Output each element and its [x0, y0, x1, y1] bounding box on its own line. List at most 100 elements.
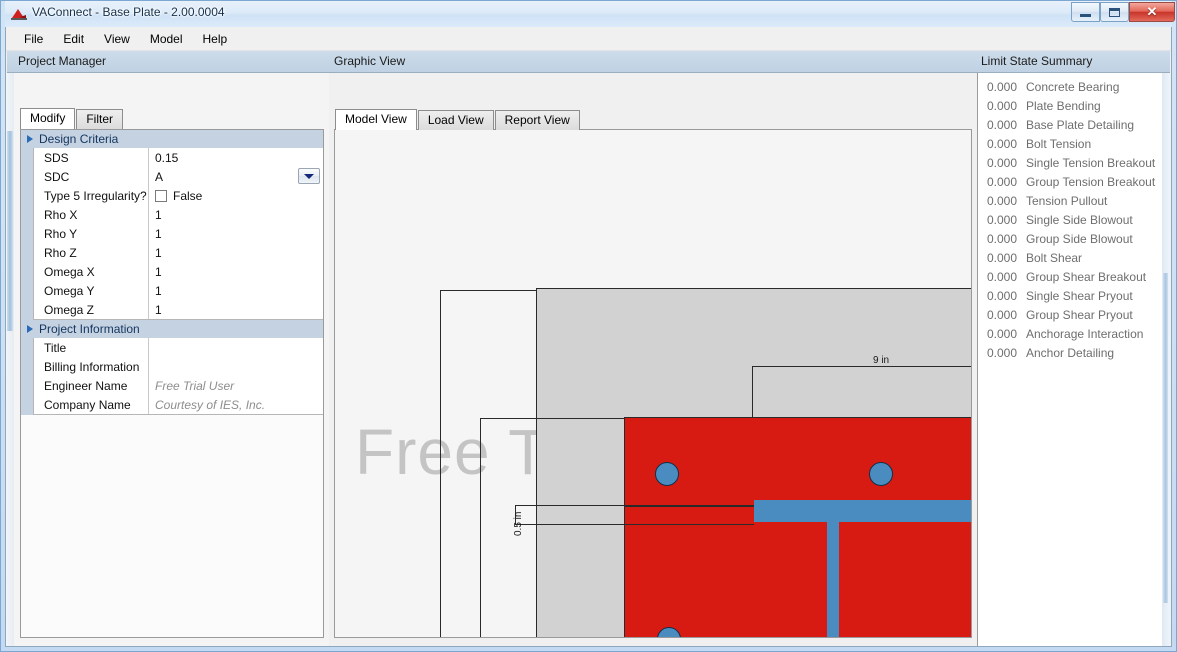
property-row-engineer-name[interactable]: Engineer Name Free Trial User	[34, 376, 323, 395]
property-row-sds[interactable]: SDS 0.15	[34, 148, 323, 167]
type5-irregularity-text: False	[173, 188, 203, 203]
application-window: VAConnect - Base Plate - 2.00.0004 ✕ Fil…	[0, 0, 1177, 652]
limit-state-value: 0.000	[986, 193, 1017, 208]
right-scrollbar[interactable]	[1162, 73, 1170, 646]
maximize-button[interactable]	[1100, 2, 1129, 22]
menu-model[interactable]: Model	[140, 29, 193, 49]
property-row-title[interactable]: Title	[34, 338, 323, 357]
limit-state-row-bolt-shear[interactable]: 0.000 Bolt Shear	[978, 248, 1162, 267]
limit-state-name: Single Tension Breakout	[1026, 155, 1156, 170]
dim-line-15in	[480, 418, 481, 637]
limit-state-name: Group Shear Breakout	[1026, 269, 1147, 284]
limit-state-row-anchorage-interaction[interactable]: 0.000 Anchorage Interaction	[978, 324, 1162, 343]
value-omega-y[interactable]: 1	[148, 281, 323, 300]
limit-state-name: Bolt Shear	[1026, 250, 1083, 265]
property-row-omega-y[interactable]: Omega Y 1	[34, 281, 323, 300]
property-row-sdc[interactable]: SDC A	[34, 167, 323, 186]
group-header-project-information[interactable]: Project Information	[21, 320, 323, 338]
value-omega-z[interactable]: 1	[148, 300, 323, 319]
tab-report-view[interactable]: Report View	[494, 110, 580, 130]
close-button[interactable]: ✕	[1129, 2, 1175, 22]
minimize-button[interactable]	[1071, 2, 1100, 22]
property-row-billing-information[interactable]: Billing Information	[34, 357, 323, 376]
limit-state-row-group-tension-breakout[interactable]: 0.000 Group Tension Breakout	[978, 172, 1162, 191]
value-billing-information[interactable]	[148, 357, 323, 376]
label-company-name: Company Name	[44, 397, 131, 412]
type5-irregularity-checkbox[interactable]	[155, 189, 167, 202]
limit-state-row-anchor-detailing[interactable]: 0.000 Anchor Detailing	[978, 343, 1162, 362]
value-rho-z[interactable]: 1	[148, 243, 323, 262]
limit-state-row-group-shear-breakout[interactable]: 0.000 Group Shear Breakout	[978, 267, 1162, 286]
limit-state-row-group-shear-pryout[interactable]: 0.000 Group Shear Pryout	[978, 305, 1162, 324]
limit-state-row-plate-bending[interactable]: 0.000 Plate Bending	[978, 96, 1162, 115]
tab-model-view[interactable]: Model View	[335, 109, 417, 130]
limit-state-row-base-plate-detailing[interactable]: 0.000 Base Plate Detailing	[978, 115, 1162, 134]
property-row-rho-y[interactable]: Rho Y 1	[34, 224, 323, 243]
value-sds[interactable]: 0.15	[148, 148, 323, 167]
group-header-design-criteria[interactable]: Design Criteria	[21, 130, 323, 148]
dim-label-9in: 9 in	[873, 355, 890, 366]
tab-load-view[interactable]: Load View	[417, 110, 494, 130]
project-manager-tabs: Modify Filter	[20, 108, 124, 129]
minimize-icon	[1072, 3, 1099, 21]
group-title-design-criteria: Design Criteria	[39, 132, 119, 146]
label-billing-information: Billing Information	[44, 359, 140, 374]
limit-state-row-group-side-blowout[interactable]: 0.000 Group Side Blowout	[978, 229, 1162, 248]
right-scrollbar-thumb[interactable]	[1163, 273, 1168, 603]
value-type5-irregularity[interactable]: False	[148, 186, 323, 205]
property-row-rho-z[interactable]: Rho Z 1	[34, 243, 323, 262]
steel-column-flange	[754, 500, 971, 522]
tab-modify[interactable]: Modify	[20, 108, 76, 129]
menu-view[interactable]: View	[94, 29, 140, 49]
value-omega-x[interactable]: 1	[148, 262, 323, 281]
value-title[interactable]	[148, 338, 323, 357]
label-rho-z: Rho Z	[44, 245, 77, 260]
base-plate-left-edge	[624, 417, 625, 637]
value-engineer-name[interactable]: Free Trial User	[148, 376, 323, 395]
limit-state-value: 0.000	[986, 250, 1017, 265]
property-grid: Design Criteria SDS 0.15 SDC A Type 5 Ir…	[20, 129, 324, 638]
limit-state-name: Anchorage Interaction	[1026, 326, 1144, 341]
left-scrollbar-thumb[interactable]	[7, 131, 13, 331]
property-row-rho-x[interactable]: Rho X 1	[34, 205, 323, 224]
value-rho-x[interactable]: 1	[148, 205, 323, 224]
dim-line-halfin-top	[515, 505, 754, 506]
limit-state-row-single-shear-pryout[interactable]: 0.000 Single Shear Pryout	[978, 286, 1162, 305]
limit-state-row-concrete-bearing[interactable]: 0.000 Concrete Bearing	[978, 77, 1162, 96]
limit-state-value: 0.000	[986, 231, 1017, 246]
dim-line-halfin-bottom	[515, 524, 754, 525]
sdc-dropdown-button[interactable]	[298, 168, 320, 184]
tab-filter[interactable]: Filter	[76, 109, 124, 129]
left-scrollbar[interactable]	[6, 73, 14, 646]
property-row-omega-x[interactable]: Omega X 1	[34, 262, 323, 281]
property-row-company-name[interactable]: Company Name Courtesy of IES, Inc.	[34, 395, 323, 414]
label-rho-x: Rho X	[44, 207, 78, 222]
menu-help[interactable]: Help	[193, 29, 238, 49]
dim-ext-9in-left	[752, 366, 753, 418]
menu-file[interactable]: File	[14, 29, 53, 49]
limit-state-value: 0.000	[986, 98, 1017, 113]
limit-state-list: 0.000 Concrete Bearing 0.000 Plate Bendi…	[978, 77, 1162, 646]
limit-state-row-bolt-tension[interactable]: 0.000 Bolt Tension	[978, 134, 1162, 153]
client-area: File Edit View Model Help Project Manage…	[5, 27, 1172, 647]
limit-state-name: Base Plate Detailing	[1026, 117, 1135, 132]
limit-state-summary-panel: 0.000 Concrete Bearing 0.000 Plate Bendi…	[977, 73, 1162, 646]
limit-state-name: Anchor Detailing	[1026, 345, 1115, 360]
vaconnect-logo-icon	[11, 9, 27, 20]
limit-state-row-single-tension-breakout[interactable]: 0.000 Single Tension Breakout	[978, 153, 1162, 172]
value-sdc[interactable]: A	[148, 167, 323, 186]
limit-state-value: 0.000	[986, 174, 1017, 189]
limit-state-row-single-side-blowout[interactable]: 0.000 Single Side Blowout	[978, 210, 1162, 229]
limit-state-row-tension-pullout[interactable]: 0.000 Tension Pullout	[978, 191, 1162, 210]
label-title: Title	[44, 340, 67, 355]
graphic-view-tabs: Model View Load View Report View	[335, 109, 581, 130]
menu-edit[interactable]: Edit	[53, 29, 94, 49]
value-company-name[interactable]: Courtesy of IES, Inc.	[148, 395, 323, 414]
value-rho-y[interactable]: 1	[148, 224, 323, 243]
property-row-type5-irregularity[interactable]: Type 5 Irregularity? False	[34, 186, 323, 205]
model-drawing-canvas[interactable]: Free Trial Version	[334, 129, 972, 638]
limit-state-value: 0.000	[986, 345, 1017, 360]
limit-state-name: Concrete Bearing	[1026, 79, 1120, 94]
limit-state-value: 0.000	[986, 136, 1017, 151]
property-row-omega-z[interactable]: Omega Z 1	[34, 300, 323, 319]
